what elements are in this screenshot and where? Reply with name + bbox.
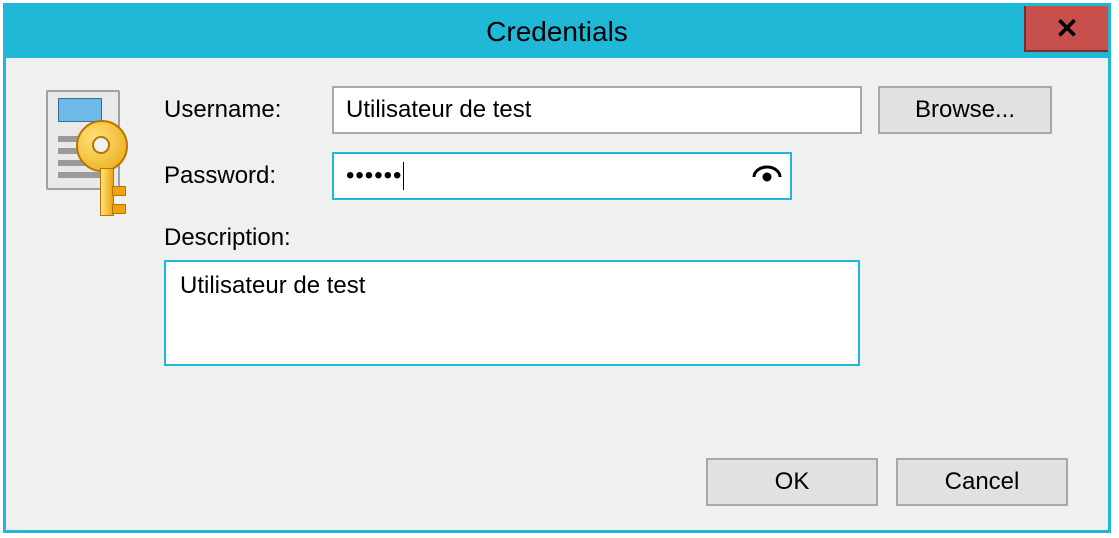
username-input[interactable] (332, 86, 862, 134)
username-label: Username: (164, 96, 332, 124)
close-button[interactable]: ✕ (1024, 6, 1108, 52)
password-label: Password: (164, 162, 332, 190)
browse-button[interactable]: Browse... (878, 86, 1052, 134)
window-title: Credentials (486, 16, 628, 48)
fields-column: Username: Browse... Password: •••••• (164, 86, 1072, 366)
icon-column (42, 86, 142, 366)
password-mask: •••••• (346, 162, 752, 191)
cancel-button[interactable]: Cancel (896, 458, 1068, 506)
description-label: Description: (164, 224, 332, 252)
cancel-button-label: Cancel (945, 468, 1020, 496)
password-row: Password: •••••• (164, 152, 1072, 200)
close-icon: ✕ (1055, 12, 1078, 45)
button-row: OK Cancel (42, 458, 1072, 506)
description-input[interactable]: Utilisateur de test (164, 260, 860, 366)
credentials-dialog: Credentials ✕ (3, 3, 1111, 533)
password-input[interactable]: •••••• (332, 152, 792, 200)
reveal-password-icon[interactable] (752, 163, 782, 190)
content-area: Username: Browse... Password: •••••• (42, 86, 1072, 366)
browse-button-label: Browse... (915, 96, 1015, 124)
dialog-body: Username: Browse... Password: •••••• (6, 58, 1108, 530)
ok-button[interactable]: OK (706, 458, 878, 506)
credentials-icon (42, 90, 138, 200)
titlebar: Credentials ✕ (6, 6, 1108, 58)
username-row: Username: Browse... (164, 86, 1072, 134)
ok-button-label: OK (775, 468, 810, 496)
